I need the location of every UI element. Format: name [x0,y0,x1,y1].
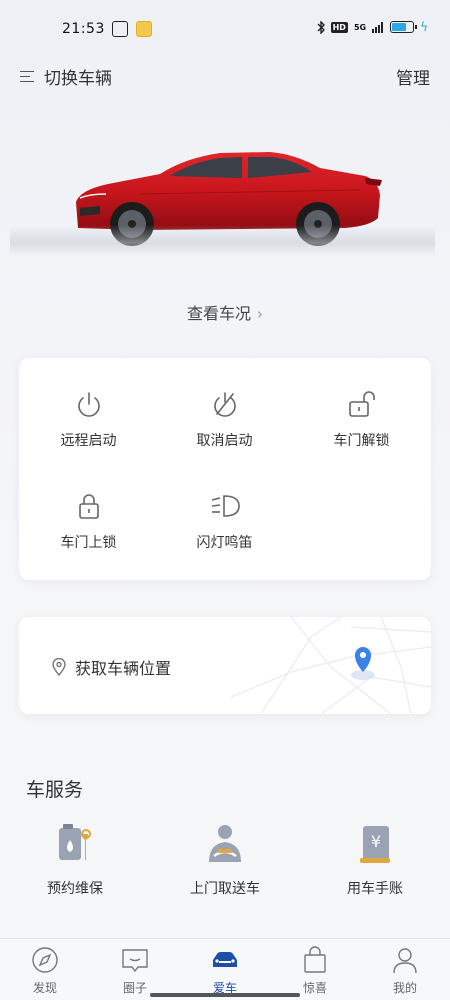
charging-icon: ϟ [420,20,428,34]
service-label: 上门取送车 [190,881,260,897]
app-notification-icon [112,21,128,37]
status-indicators: HD 5G ϟ [317,20,428,34]
remote-start-button[interactable]: 远程启动 [20,388,157,450]
tab-profile[interactable]: 我的 [360,945,450,996]
car-icon [213,952,237,967]
tab-label: 我的 [392,981,417,995]
app-yellow-icon [136,21,152,37]
map-preview [231,617,431,714]
bottom-tab-bar: 发现 圈子 爱车 惊喜 我的 [0,938,450,1000]
control-label: 取消启动 [196,433,253,449]
power-off-icon [213,392,236,417]
tab-label: 发现 [32,981,57,995]
battery-fill [392,23,407,31]
chevron-right-icon: › [257,305,263,323]
manage-button[interactable]: 管理 [396,64,430,89]
control-label: 车门上锁 [60,535,117,551]
view-vehicle-status-link[interactable]: 查看车况 › [0,300,450,324]
network-label: 5G [353,22,367,32]
lock-icon [78,494,99,519]
profile-icon [393,948,417,974]
unlock-icon [348,391,375,417]
service-maintenance[interactable]: 预约维保 [0,822,150,898]
location-pin-icon [52,658,66,676]
door-lock-button[interactable]: 车门上锁 [20,490,157,552]
status-bar: 21:53 HD 5G ϟ [0,0,450,58]
maintenance-icon [59,824,91,860]
svg-text:¥: ¥ [371,832,381,851]
section-title: 车服务 [26,779,84,801]
tab-surprise[interactable]: 惊喜 [270,945,360,996]
switch-vehicle-button[interactable]: 切换车辆 [20,64,112,89]
car-shadow [10,225,435,255]
top-nav: 切换车辆 管理 [0,58,450,94]
driver-icon [209,825,241,862]
get-location-button[interactable]: 获取车辆位置 [51,655,171,679]
car-image[interactable] [10,120,435,255]
tab-discover[interactable]: 发现 [0,945,90,996]
location-label: 获取车辆位置 [75,659,172,678]
compass-icon [32,947,58,973]
service-label: 预约维保 [47,881,103,897]
switch-vehicle-label: 切换车辆 [44,69,112,89]
menu-icon [20,70,36,84]
hd-badge: HD [330,21,348,33]
tab-circle[interactable]: 圈子 [90,945,180,996]
chat-icon [122,949,148,973]
view-status-label: 查看车况 [186,304,251,323]
vehicle-location-card[interactable]: 获取车辆位置 [19,617,431,714]
home-indicator[interactable] [150,993,300,997]
service-ledger[interactable]: ¥ 用车手账 [300,822,450,898]
battery-icon [390,21,418,33]
power-icon [77,392,100,417]
door-unlock-button[interactable]: 车门解锁 [293,388,430,450]
bag-icon [304,946,326,973]
signal-icon [372,21,384,33]
service-pickup[interactable]: 上门取送车 [150,822,300,898]
ledger-icon: ¥ [360,826,390,863]
flash-horn-button[interactable]: 闪灯鸣笛 [156,490,293,552]
status-app-icons [112,21,152,37]
control-label: 远程启动 [60,433,117,449]
control-label: 闪灯鸣笛 [196,535,253,551]
control-label: 车门解锁 [333,433,390,449]
status-time: 21:53 [62,21,105,37]
bluetooth-icon [317,20,325,34]
service-label: 用车手账 [347,881,403,897]
cancel-start-button[interactable]: 取消启动 [156,388,293,450]
tab-my-car[interactable]: 爱车 [180,945,270,996]
remote-controls-card: 远程启动 取消启动 车门解锁 车门上锁 闪灯鸣笛 [19,358,431,580]
headlight-icon [211,495,240,517]
